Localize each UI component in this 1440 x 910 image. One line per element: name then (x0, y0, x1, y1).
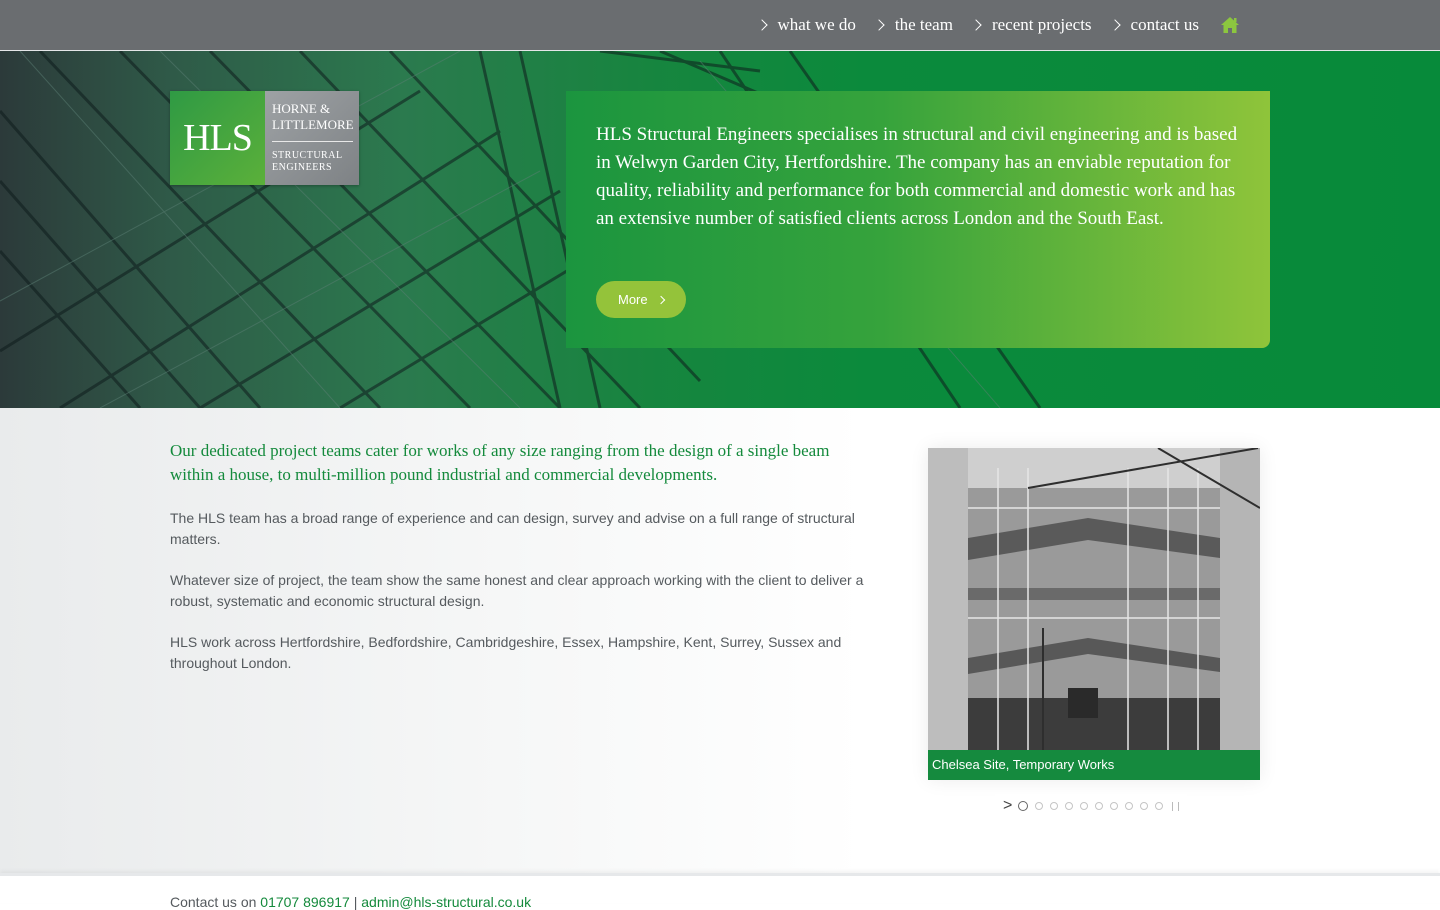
body-paragraph-2: Whatever size of project, the team show … (170, 572, 864, 609)
pager-dot[interactable] (1125, 802, 1134, 810)
pager-dot[interactable] (1050, 802, 1059, 810)
next-slide-button[interactable]: > (1003, 797, 1012, 815)
chevron-right-icon (656, 295, 665, 304)
intro-panel: HLS Structural Engineers specialises in … (566, 91, 1270, 348)
nav-item-label: the team (894, 15, 953, 34)
footer-email-link[interactable]: admin@hls-structural.co.uk (361, 894, 531, 910)
footer-separator: | (353, 894, 358, 910)
pager-dot[interactable] (1080, 802, 1089, 810)
lead-paragraph: Our dedicated project teams cater for wo… (170, 441, 830, 484)
pager-dot[interactable] (1155, 802, 1164, 810)
pause-icon[interactable] (1172, 801, 1180, 811)
nav-item-label: what we do (777, 15, 856, 34)
footer-phone-link[interactable]: 01707 896917 (260, 894, 350, 910)
top-navigation-bar: what we do the team recent projects cont… (0, 0, 1440, 51)
hls-logo[interactable]: HLS HORNE & LITTLEMORE STRUCTURAL ENGINE… (170, 91, 359, 185)
chevron-right-icon (1108, 19, 1121, 31)
chevron-right-icon (755, 19, 768, 31)
logo-name-line-2: LITTLEMORE (272, 117, 354, 132)
main-nav: what we do the team recent projects cont… (739, 0, 1240, 50)
nav-item-the-team[interactable]: the team (873, 15, 953, 35)
logo-sub-line-2: ENGINEERS (272, 162, 333, 173)
pager-dot[interactable] (1065, 802, 1074, 810)
pager-dot[interactable] (1018, 801, 1029, 811)
project-slideshow[interactable]: Chelsea Site, Temporary Works (928, 448, 1260, 780)
main-content: Our dedicated project teams cater for wo… (0, 408, 1440, 873)
pager-dot[interactable] (1095, 802, 1104, 810)
footer: Contact us on 01707 896917 | admin@hls-s… (0, 873, 1440, 910)
slide-caption: Chelsea Site, Temporary Works (928, 750, 1260, 780)
body-paragraph-3: HLS work across Hertfordshire, Bedfordsh… (170, 634, 842, 671)
more-button-label: More (618, 292, 648, 307)
hero-banner: HLS HORNE & LITTLEMORE STRUCTURAL ENGINE… (0, 51, 1440, 408)
chevron-right-icon (970, 19, 982, 31)
body-paragraph-1: The HLS team has a broad range of experi… (170, 510, 855, 547)
logo-company-name: HORNE & LITTLEMORE STRUCTURAL ENGINEERS (265, 91, 359, 185)
chevron-right-icon (873, 19, 885, 31)
nav-item-contact-us[interactable]: contact us (1108, 15, 1199, 35)
nav-item-recent-projects[interactable]: recent projects (970, 15, 1092, 35)
pager-dot[interactable] (1035, 802, 1044, 810)
pager-dot[interactable] (1110, 802, 1119, 810)
more-button[interactable]: More (596, 281, 686, 318)
nav-item-label: contact us (1130, 15, 1199, 34)
intro-text: HLS Structural Engineers specialises in … (596, 124, 1238, 229)
slideshow-pager: > (995, 794, 1188, 818)
nav-item-label: recent projects (991, 15, 1092, 34)
nav-item-what-we-do[interactable]: what we do (755, 15, 856, 35)
home-icon[interactable] (1220, 16, 1240, 34)
logo-divider (272, 141, 353, 142)
pager-dot[interactable] (1140, 802, 1149, 810)
footer-contact: Contact us on 01707 896917 | admin@hls-s… (170, 894, 531, 910)
logo-name-line-1: HORNE & (272, 101, 331, 116)
logo-subtitle: STRUCTURAL ENGINEERS (272, 150, 343, 174)
footer-prefix: Contact us on (170, 894, 257, 910)
logo-mark: HLS (170, 91, 265, 185)
logo-sub-line-1: STRUCTURAL (272, 150, 343, 161)
slide-image (928, 448, 1260, 750)
